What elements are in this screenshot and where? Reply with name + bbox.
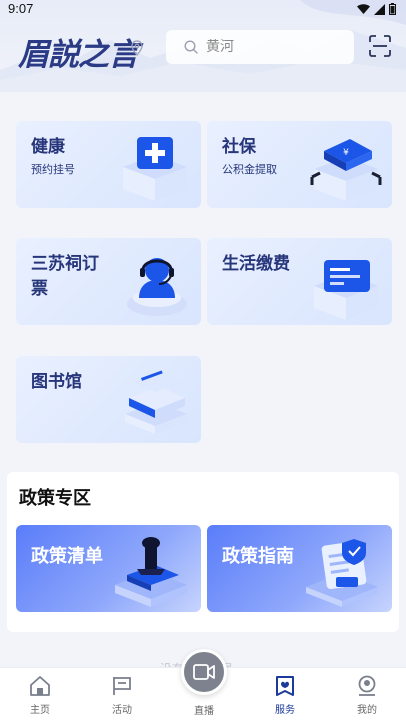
nav-service-label: 服务 (275, 705, 295, 716)
app-logo: 眉説之言 (18, 37, 139, 73)
home-icon (30, 676, 50, 696)
nav-activity[interactable]: 活动 (92, 668, 152, 721)
service-title: 健康 (31, 137, 65, 157)
nav-home[interactable]: 主页 (10, 668, 70, 721)
customer-service-icon (127, 258, 187, 316)
document-shield-icon (306, 539, 378, 607)
video-camera-icon (193, 664, 215, 680)
service-card-utility-payment[interactable]: 生活缴费 (207, 238, 392, 325)
service-card-social-security[interactable]: 社保 公积金提取 ¥ (207, 121, 392, 208)
wifi-icon (357, 3, 370, 14)
service-subtitle: 公积金提取 (222, 163, 277, 176)
book-stack-icon (125, 370, 187, 434)
search-icon (184, 40, 198, 54)
service-card-health[interactable]: 健康 预约挂号 (16, 121, 201, 208)
battery-icon (389, 3, 396, 15)
policy-card-title: 政策指南 (222, 546, 294, 567)
status-icons (357, 3, 396, 15)
nav-service[interactable]: 服务 (255, 668, 315, 721)
service-card-sansu-ticket[interactable]: 三苏祠订票 (16, 238, 201, 325)
nav-activity-label: 活动 (112, 705, 132, 716)
nav-home-label: 主页 (30, 705, 50, 716)
search-input[interactable] (206, 39, 346, 55)
status-time: 9:07 (8, 1, 34, 16)
nav-live-label: 直播 (194, 706, 214, 717)
nav-mine[interactable]: 我的 (337, 668, 397, 721)
service-title: 图书馆 (31, 372, 82, 392)
policy-section-title: 政策专区 (19, 488, 91, 509)
status-bar: 9:07 (0, 0, 406, 18)
bookmark-icon (276, 676, 294, 696)
signal-icon (374, 3, 385, 15)
scan-icon[interactable] (369, 35, 391, 57)
service-card-library[interactable]: 图书馆 (16, 356, 201, 443)
bill-card-icon (314, 260, 378, 320)
service-title: 三苏祠订票 (31, 254, 99, 299)
service-title: 社保 (222, 137, 256, 157)
service-title: 生活缴费 (222, 254, 290, 274)
location-pin-icon[interactable] (131, 40, 143, 56)
policy-card-title: 政策清单 (31, 546, 103, 567)
nav-mine-label: 我的 (357, 705, 377, 716)
policy-card-guide[interactable]: 政策指南 (207, 525, 392, 612)
search-box[interactable] (166, 30, 354, 64)
money-box-icon: ¥ (310, 139, 382, 201)
profile-icon (358, 675, 376, 696)
policy-card-list[interactable]: 政策清单 (16, 525, 201, 612)
nav-live-button[interactable] (181, 649, 227, 695)
stamp-icon (115, 537, 187, 607)
flag-icon (113, 677, 131, 695)
medical-kit-icon (123, 137, 187, 201)
svg-text:¥: ¥ (343, 148, 349, 158)
service-subtitle: 预约挂号 (31, 163, 75, 176)
